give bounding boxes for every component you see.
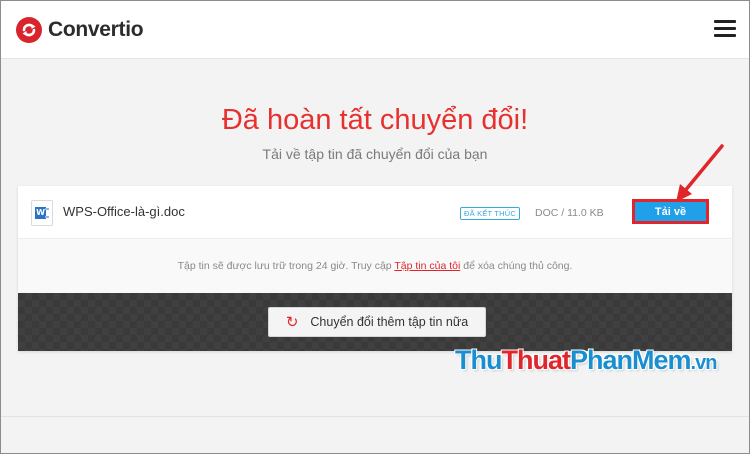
watermark-part3: PhanMem: [569, 345, 692, 375]
footer-divider: [0, 416, 750, 417]
word-document-icon: W: [31, 200, 53, 226]
convertio-logo[interactable]: Convertio: [16, 16, 144, 44]
conversion-result-card: W WPS-Office-là-gì.doc ĐÃ KẾT THÚC DOC /…: [18, 186, 732, 351]
watermark-part2: Thuat: [501, 345, 570, 375]
convertio-logo-icon: [16, 17, 42, 43]
logo-text: Convertio: [48, 18, 144, 41]
page-title: Đã hoàn tất chuyển đổi!: [221, 104, 529, 136]
file-row: W WPS-Office-là-gì.doc ĐÃ KẾT THÚC DOC /…: [18, 186, 732, 239]
annotation-arrow-icon: [676, 144, 724, 202]
storage-note-text-after: để xóa chúng thủ công.: [460, 260, 573, 272]
app-header: Convertio: [0, 0, 750, 59]
convert-more-label: Chuyển đổi thêm tập tin nữa: [310, 315, 469, 329]
convert-more-button[interactable]: ↻ Chuyển đổi thêm tập tin nữa: [268, 307, 486, 337]
file-format-size: DOC / 11.0 KB: [535, 207, 604, 219]
watermark-part1: Thu: [455, 345, 502, 375]
storage-note: Tập tin sẽ được lưu trữ trong 24 giờ. Tr…: [18, 239, 732, 293]
hamburger-menu-icon[interactable]: [714, 20, 736, 38]
refresh-icon: ↻: [285, 312, 299, 331]
watermark-part4: .vn: [690, 352, 718, 374]
file-name: WPS-Office-là-gì.doc: [63, 204, 185, 219]
page-subtitle: Tải về tập tin đã chuyển đổi của bạn: [262, 146, 488, 162]
status-badge: ĐÃ KẾT THÚC: [460, 207, 520, 220]
my-files-link[interactable]: Tập tin của tôi: [394, 260, 460, 272]
storage-note-text-before: Tập tin sẽ được lưu trữ trong 24 giờ. Tr…: [177, 260, 395, 272]
convert-more-bar: ↻ Chuyển đổi thêm tập tin nữa: [18, 293, 732, 351]
watermark: ThuThuatPhanMem.vn: [455, 345, 718, 381]
